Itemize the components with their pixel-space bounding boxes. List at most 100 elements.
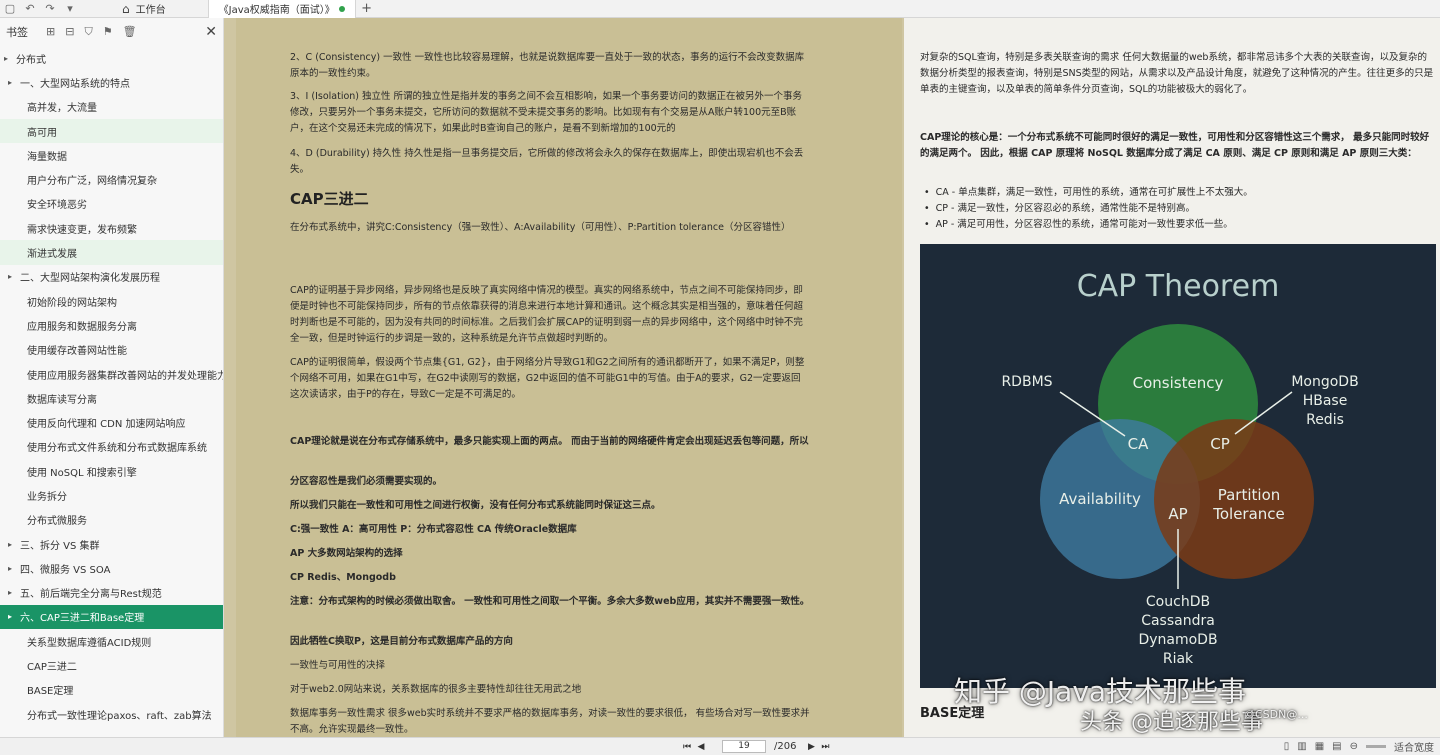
diagram-title: CAP Theorem — [1077, 269, 1280, 304]
expand-caret-icon[interactable]: ▸ — [8, 564, 20, 573]
bold-tradeoff: 所以我们只能在一致性和可用性之间进行权衡，没有任何分布式系统能同时保证这三点。 — [290, 500, 661, 511]
sidebar-tools: ⊞ ⊟ ⛉ ⚑ 🗑 — [46, 25, 137, 39]
add-bookmark-icon[interactable]: ⛉ — [84, 25, 92, 39]
bold-note: 注意：分布式架构的时候必须做出取舍。 一致性和可用性之间取一个平衡。多余大多数w… — [290, 596, 810, 607]
sidebar-item-label: 关系型数据库遵循ACID规则 — [27, 637, 152, 649]
document-view[interactable]: 2、C (Consistency) 一致性 一致性也比较容易理解，也就是说数据库… — [224, 18, 1440, 737]
sidebar-item[interactable]: 数据库读写分离 — [0, 386, 223, 410]
total-pages: /206 — [774, 741, 797, 752]
sidebar-item[interactable]: ▸ 三、拆分 VS 集群 — [0, 532, 223, 556]
sidebar-item[interactable]: 使用应用服务器集群改善网站的并发处理能力 — [0, 362, 223, 386]
sidebar-item-label: 海量数据 — [27, 151, 67, 163]
sidebar-item[interactable]: ▸ 一、大型网站系统的特点 — [0, 70, 223, 94]
sidebar-item[interactable]: 关系型数据库遵循ACID规则 — [0, 629, 223, 653]
sidebar-item-label: 使用分布式文件系统和分布式数据库系统 — [27, 443, 207, 455]
collapse-all-icon[interactable]: ⊟ — [65, 25, 74, 39]
fit-width-label[interactable]: 适合宽度 — [1394, 739, 1434, 754]
sidebar-item[interactable]: 初始阶段的网站架构 — [0, 289, 223, 313]
new-tab-button[interactable]: + — [356, 0, 378, 18]
sidebar-item[interactable]: 应用服务和数据服务分离 — [0, 313, 223, 337]
first-page-icon[interactable]: ⏮ — [680, 742, 694, 752]
cp-db-hbase: HBase — [1303, 393, 1348, 409]
bookmark-list: ▸ 分布式 ▸ 一、大型网站系统的特点 高并发，大流量 高可用 海量数据 用户分布广泛，网络情… — [0, 46, 223, 726]
bold-cp: CP Redis、Mongodb — [290, 572, 396, 583]
dropdown-icon[interactable]: ▾ — [60, 0, 80, 18]
sidebar-item[interactable]: 高可用 — [0, 118, 223, 144]
bold-cap-core: CAP理论的核心是：一个分布式系统不可能同时很好的满足一致性，可用性和分区容错性… — [920, 132, 1430, 159]
sidebar-item-label: 数据库读写分离 — [27, 394, 97, 406]
sidebar-item[interactable]: 渐进式发展 — [0, 240, 223, 265]
sidebar-item[interactable]: 分布式微服务 — [0, 508, 223, 532]
ap-db-dynamodb: DynamoDB — [1138, 632, 1217, 648]
title-tab-bar: ▢ ↶ ↷ ▾ ⌂ 工作台 《Java权威指南（面试）》 + — [0, 0, 1440, 18]
expand-caret-icon[interactable]: ▸ — [4, 54, 16, 63]
sidebar-item[interactable]: 使用反向代理和 CDN 加速网站响应 — [0, 410, 223, 434]
bold-cap-summary: CAP理论就是说在分布式存储系统中，最多只能实现上面的两点。 而由于当前的网络硬… — [290, 436, 809, 447]
zoom-out-icon[interactable]: ⊖ — [1350, 741, 1358, 752]
sidebar-item[interactable]: 需求快速变更，发布频繁 — [0, 216, 223, 240]
redo-icon[interactable]: ↷ — [40, 0, 60, 18]
sidebar-item[interactable]: ▸ 二、大型网站架构演化发展历程 — [0, 265, 223, 289]
sidebar-item-label: 初始阶段的网站架构 — [27, 297, 117, 309]
delete-icon[interactable]: 🗑 — [123, 25, 137, 39]
sidebar-item-label: BASE定理 — [27, 686, 74, 698]
tab-document[interactable]: 《Java权威指南（面试）》 — [207, 0, 356, 18]
folder-icon[interactable]: ▢ — [0, 0, 20, 18]
status-bar: ⏮ ◀ 19 /206 ▶ ⏭ ▯ ▥ ▦ ▤ ⊖ 适合宽度 — [0, 737, 1440, 755]
zoom-slider[interactable] — [1366, 745, 1386, 748]
expand-caret-icon[interactable]: ▸ — [8, 612, 20, 621]
sidebar-item-label: 四、微服务 VS SOA — [20, 564, 111, 576]
sidebar-item[interactable]: CAP三进二 — [0, 653, 223, 677]
ap-db-riak: Riak — [1163, 651, 1194, 667]
double-page-view-icon[interactable]: ▥ — [1297, 741, 1306, 752]
expand-caret-icon[interactable]: ▸ — [8, 272, 20, 281]
close-sidebar-icon[interactable]: ✕ — [205, 24, 217, 40]
sidebar-item[interactable]: ▸ 五、前后端完全分离与Rest规范 — [0, 581, 223, 605]
sidebar-item[interactable]: 用户分布广泛，网络情况复杂 — [0, 167, 223, 191]
sidebar-item[interactable]: ▸ 六、CAP三进二和Base定理 — [0, 604, 223, 630]
sidebar-item[interactable]: BASE定理 — [0, 678, 223, 702]
current-page-input[interactable]: 19 — [722, 740, 766, 753]
prev-page-icon[interactable]: ◀ — [694, 742, 708, 752]
cp-label: CP — [1210, 435, 1230, 453]
sidebar-item[interactable]: 使用分布式文件系统和分布式数据库系统 — [0, 435, 223, 459]
list-item: CA - 单点集群，满足一致性，可用性的系统，通常在可扩展性上不太强大。 — [924, 185, 1253, 201]
undo-icon[interactable]: ↶ — [20, 0, 40, 18]
sidebar-item[interactable]: 高并发，大流量 — [0, 95, 223, 119]
bold-direction: 因此牺牲C换取P，这是目前分布式数据库产品的方向 — [290, 636, 513, 647]
sidebar-item[interactable]: 业务拆分 — [0, 483, 223, 507]
next-page-icon[interactable]: ▶ — [804, 742, 818, 752]
sidebar-item[interactable]: 使用 NoSQL 和搜索引擎 — [0, 459, 223, 483]
sidebar-item-label: 应用服务和数据服务分离 — [27, 321, 137, 333]
sidebar-item[interactable]: ▸ 分布式 — [0, 46, 223, 70]
sidebar-item-label: 二、大型网站架构演化发展历程 — [20, 273, 160, 285]
continuous-view-icon[interactable]: ▤ — [1332, 741, 1341, 752]
sidebar-item-label: 使用缓存改善网站性能 — [27, 346, 127, 358]
sidebar-item[interactable]: 海量数据 — [0, 143, 223, 167]
tab-home-label: 工作台 — [135, 5, 166, 16]
page-right: 对复杂的SQL查询，特别是多表关联查询的需求 任何大数据量的web系统，都非常忌… — [904, 18, 1440, 737]
bookmark-icon[interactable]: ⚑ — [103, 25, 113, 39]
bold-cap-legend: C:强一致性 A：高可用性 P：分布式容忍性 CA 传统Oracle数据库 — [290, 524, 577, 535]
expand-caret-icon[interactable]: ▸ — [8, 540, 20, 549]
single-page-view-icon[interactable]: ▯ — [1284, 741, 1290, 752]
expand-all-icon[interactable]: ⊞ — [46, 25, 55, 39]
page-navigation: ⏮ ◀ 19 /206 ▶ ⏭ — [680, 740, 832, 753]
sidebar-item[interactable]: 安全环境恶劣 — [0, 192, 223, 216]
tab-home[interactable]: ⌂ 工作台 — [110, 0, 178, 18]
grid-view-icon[interactable]: ▦ — [1315, 741, 1324, 752]
tab-document-label: 《Java权威指南（面试）》 — [218, 5, 335, 16]
sidebar-item-label: 业务拆分 — [27, 491, 67, 503]
cap-theorem-diagram: CAP Theorem Consistency Availability Par… — [920, 244, 1436, 688]
sidebar-item-label: 一、大型网站系统的特点 — [20, 78, 130, 90]
ap-db-couchdb: CouchDB — [1146, 594, 1210, 610]
expand-caret-icon[interactable]: ▸ — [8, 588, 20, 597]
sidebar-item[interactable]: 使用缓存改善网站性能 — [0, 338, 223, 362]
expand-caret-icon[interactable]: ▸ — [8, 78, 20, 87]
sidebar-item-label: 分布式一致性理论paxos、raft、zab算法 — [27, 710, 212, 722]
last-page-icon[interactable]: ⏭ — [818, 742, 832, 752]
sidebar-item[interactable]: 分布式一致性理论paxos、raft、zab算法 — [0, 702, 223, 726]
paragraph-transaction: 数据库事务一致性需求 很多web实时系统并不要求严格的数据库事务，对读一致性的要… — [290, 708, 810, 735]
sidebar-item[interactable]: ▸ 四、微服务 VS SOA — [0, 556, 223, 580]
availability-label: Availability — [1059, 490, 1141, 508]
